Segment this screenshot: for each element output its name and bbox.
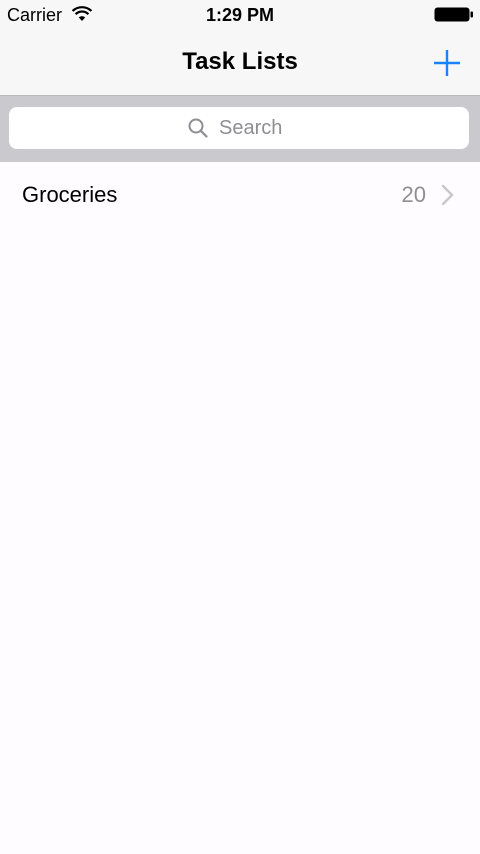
- status-time: 1:29 PM: [205, 5, 275, 25]
- status-bar: Carrier 1:29 PM: [0, 0, 480, 30]
- search-field[interactable]: [9, 107, 469, 149]
- task-list-table: Groceries 20: [0, 162, 480, 228]
- chevron-right-icon: [441, 184, 454, 206]
- battery-icon: [434, 7, 473, 22]
- top-bars: Carrier 1:29 PM Task Lists: [0, 0, 480, 96]
- search-icon: [188, 118, 208, 138]
- plus-icon: [434, 50, 460, 76]
- search-bar: [0, 96, 480, 162]
- list-item-count: 20: [401, 182, 426, 207]
- list-item[interactable]: Groceries 20: [0, 162, 480, 228]
- page-title: Task Lists: [182, 48, 298, 75]
- add-list-button[interactable]: [420, 42, 466, 82]
- navigation-bar: Task Lists: [0, 30, 480, 96]
- list-item-name: Groceries: [22, 182, 118, 207]
- search-input[interactable]: [219, 116, 291, 140]
